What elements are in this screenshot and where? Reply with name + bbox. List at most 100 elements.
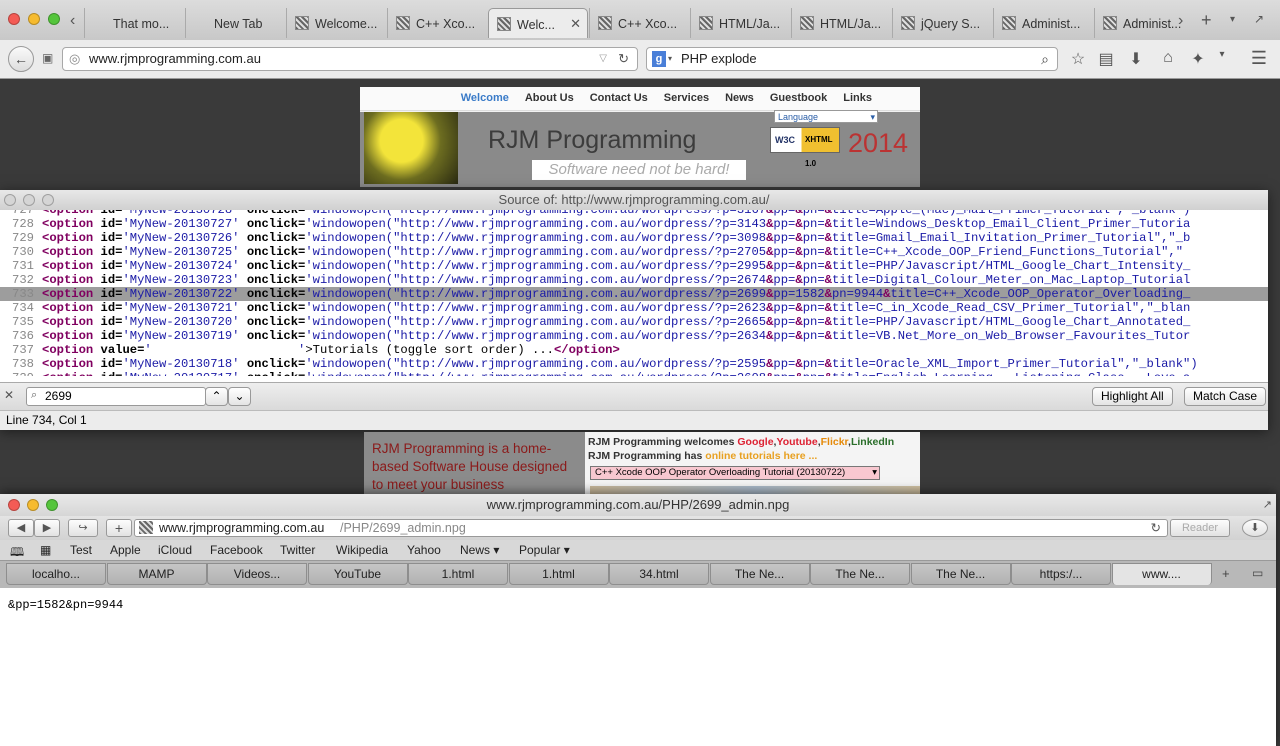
tab-list-chevron-down-icon[interactable]: ▾	[1230, 14, 1235, 25]
safari-reload-icon[interactable]: ↻	[1151, 520, 1161, 536]
source-minimize-button[interactable]	[23, 194, 35, 206]
bookmark-item[interactable]: Popular ▾	[519, 543, 570, 557]
safari-tab[interactable]: Videos...	[207, 563, 307, 585]
fullscreen-icon[interactable]: ↗	[1254, 12, 1264, 26]
safari-tab[interactable]: localho...	[6, 563, 106, 585]
bookmarks-list-icon[interactable]: ▤	[1096, 49, 1116, 69]
downloads-icon[interactable]: ⬇	[1126, 49, 1146, 69]
share-icon[interactable]: ↪	[68, 519, 98, 537]
site-nav-item[interactable]: About Us	[517, 87, 582, 110]
firefox-tab[interactable]: Administ...	[993, 8, 1093, 38]
w3c-badge[interactable]: W3C XHTML 1.0	[770, 127, 840, 168]
firefox-tab[interactable]: Welcome...	[286, 8, 386, 38]
bookmark-item[interactable]: News ▾	[460, 543, 499, 557]
source-code[interactable]: 727 <option id='MyNew-20130728' onclick='…	[0, 210, 1268, 376]
safari-tab[interactable]: MAMP	[106, 563, 207, 585]
top-sites-grid-icon[interactable]: ▦	[40, 543, 51, 557]
url-history-chevron-down-icon[interactable]: ▽	[599, 48, 607, 70]
firefox-tab[interactable]: HTML/Ja...	[690, 8, 790, 38]
search-input[interactable]: PHP explode	[681, 48, 757, 70]
safari-forward-icon[interactable]: ▶	[34, 519, 60, 537]
site-nav-item[interactable]: Contact Us	[582, 87, 656, 110]
safari-tab[interactable]: 1.html	[408, 563, 508, 585]
source-close-button[interactable]	[4, 194, 16, 206]
addon-icon[interactable]: ✦	[1188, 49, 1208, 69]
home-icon[interactable]: ⌂	[1158, 49, 1178, 67]
search-engine-chevron-down-icon[interactable]: ▾	[668, 48, 672, 70]
bookmark-item[interactable]: Wikipedia	[336, 543, 388, 557]
safari-tab[interactable]: The Ne...	[709, 563, 810, 585]
tabs-scroll-right-icon[interactable]: ›	[1178, 12, 1183, 30]
firefox-tab[interactable]: HTML/Ja...	[791, 8, 891, 38]
safari-tab[interactable]: https:/...	[1011, 563, 1111, 585]
minimize-window-button[interactable]	[28, 13, 40, 25]
zoom-window-button[interactable]	[48, 13, 60, 25]
firefox-tab[interactable]: jQuery S...	[892, 8, 992, 38]
language-select[interactable]: Language ▾	[774, 110, 878, 123]
safari-tab[interactable]: 1.html	[508, 563, 609, 585]
match-case-button[interactable]: Match Case	[1184, 387, 1267, 406]
safari-tab[interactable]: The Ne...	[810, 563, 910, 585]
bookmark-item[interactable]: Facebook	[210, 543, 263, 557]
code-value: 'MyNew-20130725'	[122, 245, 247, 259]
find-previous-chevron-up-icon[interactable]: ⌃	[205, 387, 228, 406]
bookmark-item[interactable]: Twitter	[280, 543, 315, 557]
bookmark-item[interactable]: Test	[70, 543, 92, 557]
find-next-chevron-down-icon[interactable]: ⌄	[228, 387, 251, 406]
tab-favicon-icon	[800, 16, 814, 30]
firefox-tab[interactable]: That mo...	[84, 8, 184, 38]
source-zoom-button[interactable]	[42, 194, 54, 206]
safari-zoom-button[interactable]	[46, 499, 58, 511]
google-icon[interactable]: g	[652, 51, 666, 67]
google-link[interactable]: Google	[737, 436, 773, 448]
site-nav-item[interactable]: Guestbook	[762, 87, 835, 110]
safari-tab[interactable]: 34.html	[609, 563, 709, 585]
new-tab-plus-icon[interactable]: +	[106, 519, 132, 537]
safari-close-button[interactable]	[8, 499, 20, 511]
site-nav-item[interactable]: Services	[656, 87, 717, 110]
close-window-button[interactable]	[8, 13, 20, 25]
firefox-tab[interactable]: New Tab	[185, 8, 285, 38]
highlight-all-button[interactable]: Highlight All	[1092, 387, 1173, 406]
safari-new-tab-plus-icon[interactable]: +	[1222, 566, 1230, 581]
safari-downloads-icon[interactable]: ⬇	[1242, 519, 1268, 537]
safari-tab[interactable]: YouTube	[307, 563, 408, 585]
safari-back-icon[interactable]: ◀	[8, 519, 34, 537]
safari-tab[interactable]: The Ne...	[910, 563, 1011, 585]
tab-close-icon[interactable]: ✕	[570, 16, 581, 32]
site-nav-item[interactable]: Links	[835, 87, 880, 110]
menu-hamburger-icon[interactable]: ☰	[1249, 48, 1269, 69]
bookmark-item[interactable]: iCloud	[158, 543, 192, 557]
firefox-tab[interactable]: C++ Xco...	[589, 8, 689, 38]
search-icon[interactable]: ⌕	[1041, 48, 1049, 70]
code-value: 'windowopen("http://www.rjmprogramming.c…	[305, 259, 767, 273]
firefox-tab[interactable]: Welc... ✕	[488, 8, 588, 38]
site-nav-item[interactable]: Welcome	[453, 87, 517, 110]
linkedin-link[interactable]: LinkedIn	[851, 436, 894, 448]
tabs-scroll-left-icon[interactable]: ‹	[70, 12, 75, 30]
site-nav-item[interactable]: News	[717, 87, 762, 110]
bookmark-star-icon[interactable]: ☆	[1068, 49, 1088, 69]
safari-tab-overview-icon[interactable]: ▭	[1252, 566, 1263, 580]
firefox-tab[interactable]: C++ Xco...	[387, 8, 487, 38]
flickr-link[interactable]: Flickr	[821, 436, 848, 448]
youtube-link[interactable]: Youtube	[776, 436, 817, 448]
search-bar[interactable]: g ▾ PHP explode ⌕	[646, 47, 1058, 71]
safari-fullscreen-icon[interactable]: ↗	[1263, 494, 1272, 516]
reader-button[interactable]: Reader	[1170, 519, 1230, 537]
url-bar[interactable]: ◎ www.rjmprogramming.com.au ▽ ↻	[62, 47, 638, 71]
new-tab-plus-icon[interactable]: +	[1201, 10, 1212, 31]
bookmark-item[interactable]: Yahoo	[407, 543, 441, 557]
find-input[interactable]: ⌕ 2699	[26, 387, 206, 406]
tutorials-link[interactable]: online tutorials here ...	[705, 450, 817, 462]
addon-chevron-down-icon[interactable]: ▾	[1212, 49, 1232, 60]
safari-minimize-button[interactable]	[27, 499, 39, 511]
safari-tab[interactable]: www....	[1111, 563, 1212, 585]
code-value: pp=	[773, 329, 796, 343]
find-close-icon[interactable]: ✕	[4, 388, 14, 402]
back-arrow-icon[interactable]: ←	[8, 46, 34, 72]
safari-url-bar[interactable]: www.rjmprogramming.com.au/PHP/2699_admin…	[134, 519, 1168, 537]
reload-icon[interactable]: ↻	[618, 48, 629, 70]
bookmark-item[interactable]: Apple	[110, 543, 141, 557]
tutorial-select[interactable]: C++ Xcode OOP Operator Overloading Tutor…	[590, 466, 880, 480]
